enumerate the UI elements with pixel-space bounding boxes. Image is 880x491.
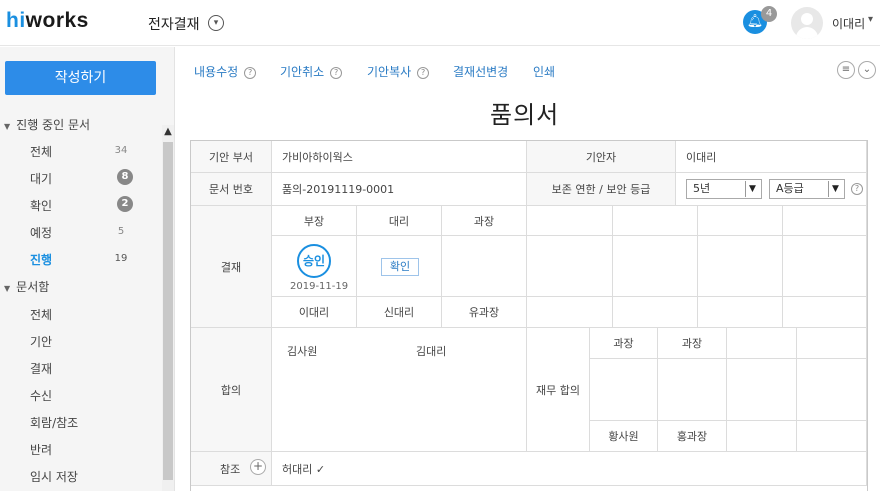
agreement-name: 김사원	[287, 345, 318, 358]
count-waiting-badge: 8	[117, 169, 133, 185]
empty-approval-slot	[783, 297, 867, 328]
empty-approval-slot	[613, 206, 698, 236]
agreement-name: 김대리	[416, 345, 447, 358]
confirm-button[interactable]: 확인	[381, 258, 419, 276]
docno-label: 문서 번호	[191, 173, 272, 206]
agreement-label: 합의	[191, 328, 272, 452]
chevron-down-icon: ▼	[745, 181, 759, 197]
hiworks-logo[interactable]: hiworks	[6, 9, 89, 33]
approval-role: 부장	[272, 206, 357, 236]
empty-approval-slot	[783, 206, 867, 236]
empty-approval-slot	[527, 297, 613, 328]
dept-label: 기안 부서	[191, 141, 272, 173]
copy-draft-button[interactable]: 기안복사?	[367, 63, 430, 80]
finance-role: 과장	[658, 328, 727, 359]
empty-finance-slot	[797, 359, 867, 421]
print-button[interactable]: 인쇄	[533, 63, 555, 80]
empty-approval-slot	[527, 236, 613, 297]
reference-value: 허대리 ✓	[272, 452, 867, 486]
notification-badge: 4	[761, 6, 777, 22]
count-confirm-badge: 2	[117, 196, 133, 212]
change-approval-line-button[interactable]: 결재선변경	[453, 63, 508, 80]
sidebar: 작성하기 ▼ 진행 중인 문서 전체 34 대기 8 확인 2 예정 5 진행 1…	[0, 47, 175, 491]
group-document-box[interactable]: ▼ 문서함	[4, 278, 49, 295]
help-icon[interactable]: ?	[417, 67, 430, 79]
approval-role: 대리	[357, 206, 442, 236]
approver-name: 이대리	[272, 297, 357, 328]
empty-finance-slot	[797, 421, 867, 452]
approval-date: 2019-11-19	[290, 281, 349, 292]
top-bar: hiworks 전자결재 ▾ 🔔︎ 4 이대리 ▾	[0, 0, 880, 46]
security-select[interactable]: A등급 ▼	[769, 179, 845, 199]
sidebar-item-circulation[interactable]: 회람/참조	[30, 414, 130, 431]
sidebar-item-waiting[interactable]: 대기	[30, 170, 130, 187]
plus-icon[interactable]: +	[250, 459, 266, 475]
approval-stamp-cell	[442, 236, 527, 297]
user-name[interactable]: 이대리	[832, 15, 865, 32]
app-name[interactable]: 전자결재	[148, 14, 200, 34]
count-in-progress: 19	[114, 253, 128, 264]
empty-finance-slot	[727, 359, 797, 421]
finance-stamp-cell	[590, 359, 658, 421]
approval-label: 결재	[191, 206, 272, 328]
empty-approval-slot	[698, 236, 783, 297]
list-menu-icon[interactable]: ≡	[837, 61, 855, 79]
sidebar-item-drafts[interactable]: 기안	[30, 333, 130, 350]
chevron-down-icon[interactable]: ⌄	[858, 61, 876, 79]
scrollbar-thumb[interactable]	[163, 142, 173, 480]
empty-finance-slot	[797, 328, 867, 359]
chevron-down-icon: ▼	[828, 181, 842, 197]
finance-stamp-cell	[658, 359, 727, 421]
edit-content-button[interactable]: 내용수정?	[194, 63, 257, 80]
chevron-down-icon[interactable]: ▾	[208, 15, 224, 31]
approver-name: 유과장	[442, 297, 527, 328]
help-icon[interactable]: ?	[330, 67, 343, 79]
sidebar-item-temp-saved[interactable]: 임시 저장	[30, 468, 130, 485]
drafter-value: 이대리	[676, 141, 867, 173]
finance-role: 과장	[590, 328, 658, 359]
approval-role: 과장	[442, 206, 527, 236]
user-avatar-icon[interactable]	[791, 7, 823, 39]
chevron-down-icon[interactable]: ▾	[868, 14, 873, 25]
finance-agreement-label: 재무 합의	[527, 328, 590, 452]
finance-name: 홍과장	[658, 421, 727, 452]
group-in-progress[interactable]: ▼ 진행 중인 문서	[4, 116, 90, 133]
drafter-label: 기안자	[527, 141, 676, 173]
scroll-up-arrow-icon[interactable]: ▲	[162, 125, 174, 139]
count-scheduled: 5	[117, 226, 125, 237]
empty-approval-slot	[527, 206, 613, 236]
retention-select[interactable]: 5년 ▼	[686, 179, 762, 199]
cancel-draft-button[interactable]: 기안취소?	[280, 63, 343, 80]
dept-value: 가비아하이웍스	[272, 141, 527, 173]
empty-finance-slot	[727, 421, 797, 452]
empty-approval-slot	[698, 206, 783, 236]
document-title: 품의서	[490, 101, 560, 129]
count-all: 34	[114, 145, 128, 156]
empty-finance-slot	[727, 328, 797, 359]
empty-approval-slot	[783, 236, 867, 297]
sidebar-item-confirm[interactable]: 확인	[30, 197, 130, 214]
help-icon[interactable]: ?	[244, 67, 257, 79]
empty-approval-slot	[613, 236, 698, 297]
sidebar-item-box-all[interactable]: 전체	[30, 306, 130, 323]
sidebar-item-rejected[interactable]: 반려	[30, 441, 130, 458]
finance-name: 황사원	[590, 421, 658, 452]
docno-value: 품의-20191119-0001	[272, 173, 527, 206]
collapse-triangle-icon: ▼	[4, 122, 11, 131]
retention-label: 보존 연한 / 보안 등급	[527, 173, 676, 206]
compose-button[interactable]: 작성하기	[5, 61, 156, 95]
approved-stamp: 승인	[297, 244, 331, 278]
empty-approval-slot	[613, 297, 698, 328]
approver-name: 신대리	[357, 297, 442, 328]
empty-approval-slot	[698, 297, 783, 328]
sidebar-item-received[interactable]: 수신	[30, 387, 130, 404]
sidebar-item-approval[interactable]: 결재	[30, 360, 130, 377]
help-icon[interactable]: ?	[851, 183, 863, 195]
collapse-triangle-icon: ▼	[4, 284, 11, 293]
